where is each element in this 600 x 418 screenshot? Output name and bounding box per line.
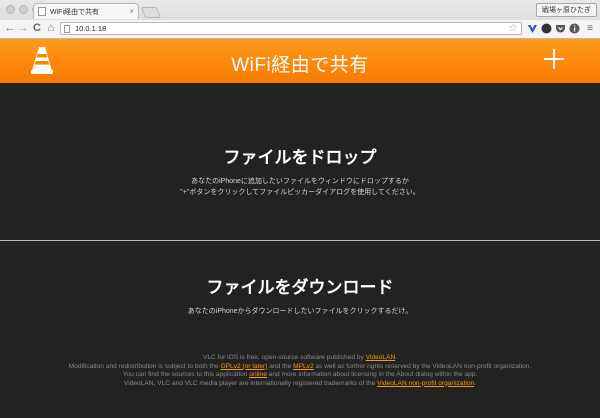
- drop-files-section[interactable]: ファイルをドロップ あなたのiPhoneに追加したいファイルをウィンドウにドロッ…: [0, 143, 600, 198]
- compass-extension-icon[interactable]: [541, 23, 552, 34]
- videolan-link[interactable]: VideoLAN: [366, 354, 396, 361]
- browser-menu-icon[interactable]: ≡: [584, 22, 596, 35]
- legal-footer: VLC for iOS is free, open-source softwar…: [0, 354, 600, 388]
- online-sources-link[interactable]: online: [249, 371, 267, 378]
- bookmark-star-icon[interactable]: ☆: [509, 23, 518, 34]
- footer-line-4: VideoLAN, VLC and VLC media player are i…: [0, 380, 600, 389]
- footer-text: VLC for iOS is free, open-source softwar…: [202, 354, 366, 361]
- profile-button[interactable]: 戦場ヶ原ひたぎ: [536, 3, 597, 17]
- footer-line-3: You can find the sources to this applica…: [0, 371, 600, 380]
- minimize-window-button[interactable]: [19, 5, 28, 14]
- footer-text: VideoLAN, VLC and VLC media player are i…: [123, 379, 378, 387]
- address-bar[interactable]: 10.0.1.18 ☆: [60, 22, 522, 35]
- tab-close-icon[interactable]: ×: [129, 7, 134, 16]
- page-title: WiFi経由で共有: [231, 55, 369, 76]
- footer-text: You can find the sources to this applica…: [122, 371, 250, 378]
- browser-chrome: WiFi経由で共有 × 戦場ヶ原ひたぎ ← → C ⌂ 10.0.1.18 ☆: [0, 0, 600, 39]
- page-favicon-icon: [38, 7, 46, 16]
- new-tab-button[interactable]: [140, 7, 162, 18]
- info-extension-icon[interactable]: [569, 23, 580, 34]
- mplv2-link[interactable]: MPLv2: [293, 363, 314, 370]
- footer-text: and the: [267, 362, 294, 370]
- vimium-extension-icon[interactable]: [527, 23, 538, 34]
- drop-instructions-line2: "+"ボタンをクリックしてファイルピッカーダイアログを使用してください。: [180, 189, 420, 196]
- forward-button[interactable]: →: [17, 22, 29, 35]
- reload-button[interactable]: C: [31, 22, 43, 35]
- footer-text: .: [395, 354, 398, 361]
- download-instructions: あなたのiPhoneからダウンロードしたいファイルをクリックするだけ。: [187, 308, 413, 315]
- footer-text: and more information about licensing in …: [266, 371, 478, 378]
- download-files-section: ファイルをダウンロード あなたのiPhoneからダウンロードしたいファイルをクリ…: [0, 273, 600, 317]
- videolan-org-link[interactable]: VideoLAN non-profit organization: [377, 380, 474, 387]
- vlc-header: WiFi経由で共有: [0, 39, 600, 83]
- tab-title: WiFi経由で共有: [50, 8, 99, 16]
- footer-line-1: VLC for iOS is free, open-source softwar…: [0, 354, 600, 363]
- home-button[interactable]: ⌂: [45, 22, 57, 35]
- url-text[interactable]: 10.0.1.18: [75, 24, 509, 33]
- download-heading: ファイルをダウンロード: [206, 278, 394, 297]
- footer-text: as well as further rights reserved by th…: [313, 362, 532, 370]
- browser-toolbar: ← → C ⌂ 10.0.1.18 ☆ ≡: [0, 20, 600, 38]
- pocket-extension-icon[interactable]: [555, 23, 566, 34]
- footer-text: Modification and redistribution is subje…: [68, 362, 221, 370]
- footer-text: .: [474, 379, 477, 387]
- browser-tab[interactable]: WiFi経由で共有 ×: [33, 3, 139, 19]
- gplv2-link[interactable]: GPLv2 (or later): [221, 363, 268, 370]
- footer-line-2: Modification and redistribution is subje…: [0, 363, 600, 372]
- back-button[interactable]: ←: [4, 22, 16, 35]
- drop-heading: ファイルをドロップ: [223, 148, 377, 167]
- close-window-button[interactable]: [6, 5, 15, 14]
- add-file-button[interactable]: [544, 49, 564, 69]
- section-divider: [0, 240, 600, 241]
- drop-instructions-line1: あなたのiPhoneに追加したいファイルをウィンドウにドロップするか: [191, 178, 409, 185]
- page-info-icon[interactable]: [64, 24, 70, 33]
